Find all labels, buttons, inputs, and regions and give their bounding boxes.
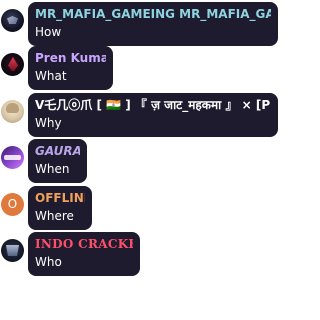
avatar[interactable]: O	[1, 193, 24, 216]
chat-message: V乇几ⓞ爪 [ 🇮🇳 ] 『 ज़ जाट_महकमा 』 × [PrT... …	[0, 93, 279, 137]
avatar[interactable]	[1, 100, 24, 123]
avatar[interactable]	[1, 53, 24, 76]
chat-message: MR_MAFIA_GAMEING MR_MAFIA_GAM... How	[0, 2, 279, 46]
message-author[interactable]: GAURAV	[35, 144, 80, 160]
message-author[interactable]: INDO CRACKER	[35, 237, 133, 253]
avatar[interactable]	[1, 239, 24, 262]
avatar[interactable]	[1, 9, 24, 32]
message-author[interactable]: V乇几ⓞ爪 [ 🇮🇳 ] 『 ज़ जाट_महकमा 』 × [PrT...	[35, 98, 271, 114]
message-text: When	[35, 162, 70, 176]
message-text: What	[35, 69, 67, 83]
message-author[interactable]: Pren Kumar	[35, 51, 106, 67]
chat-message: O OFFLINE Where	[0, 186, 279, 230]
chat-feed: MR_MAFIA_GAMEING MR_MAFIA_GAM... How Pre…	[0, 0, 279, 320]
message-bubble: MR_MAFIA_GAMEING MR_MAFIA_GAM... How	[28, 2, 278, 46]
avatar[interactable]	[1, 146, 24, 169]
message-bubble: INDO CRACKER Who	[28, 232, 140, 276]
chat-message: INDO CRACKER Who	[0, 232, 279, 276]
message-bubble: GAURAV When	[28, 139, 87, 183]
message-author[interactable]: OFFLINE	[35, 191, 85, 207]
chat-message: GAURAV When	[0, 139, 279, 183]
message-bubble: V乇几ⓞ爪 [ 🇮🇳 ] 『 ज़ जाट_महकमा 』 × [PrT... …	[28, 93, 278, 137]
message-bubble: Pren Kumar What	[28, 46, 113, 90]
message-author[interactable]: MR_MAFIA_GAMEING MR_MAFIA_GAM...	[35, 7, 271, 23]
chat-message: Pren Kumar What	[0, 46, 279, 90]
message-text: Where	[35, 209, 74, 223]
message-text: Why	[35, 116, 62, 130]
message-text: How	[35, 25, 62, 39]
message-bubble: OFFLINE Where	[28, 186, 92, 230]
message-text: Who	[35, 255, 62, 269]
